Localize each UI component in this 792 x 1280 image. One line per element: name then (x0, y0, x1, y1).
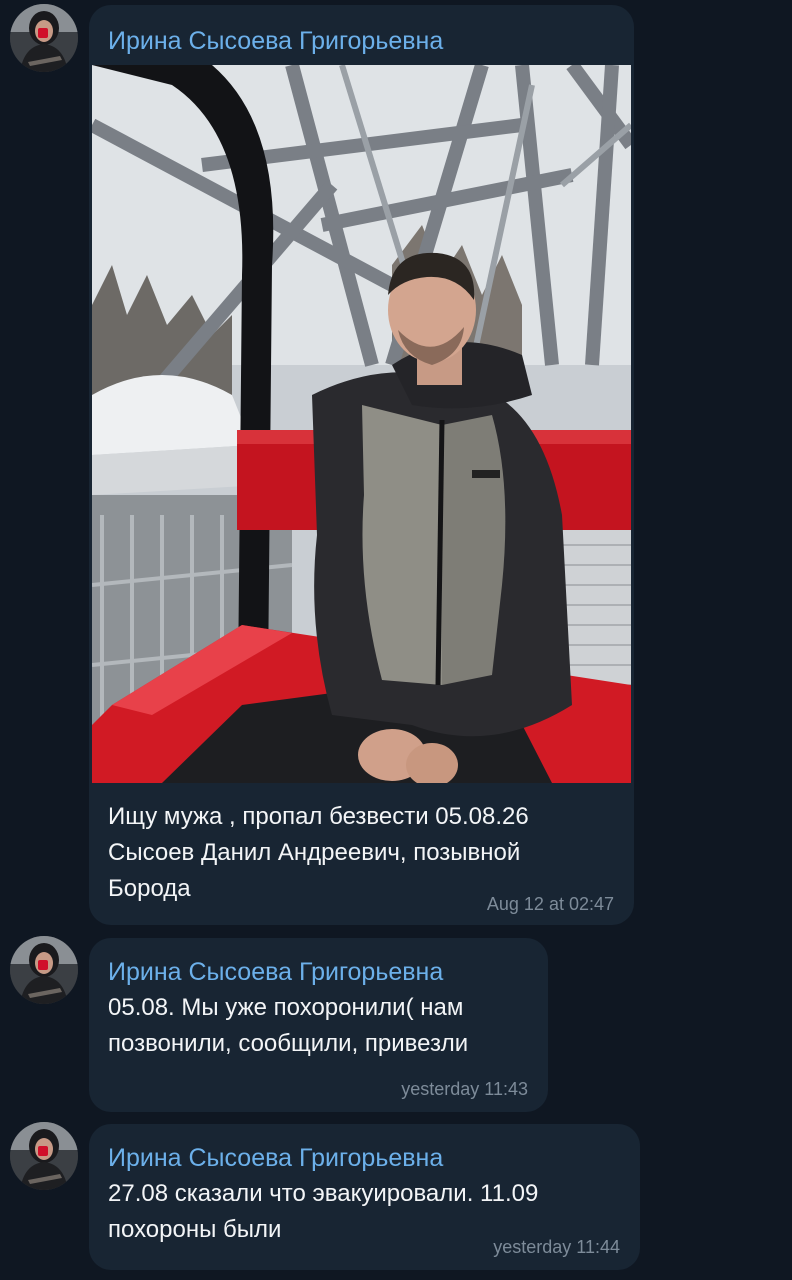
message-bubble[interactable]: Ирина Сысоева Григорьевна 05.08. Мы уже … (89, 938, 548, 1112)
sender-avatar[interactable] (10, 4, 78, 72)
message-timestamp: yesterday 11:44 (493, 1237, 620, 1257)
message-text: 05.08. Мы уже похоронили( нам позвонили,… (108, 994, 469, 1057)
sender-avatar[interactable] (10, 936, 78, 1004)
message-bubble[interactable]: Ирина Сысоева Григорьевна Ищу мужа , про… (89, 5, 634, 925)
message-timestamp: yesterday 11:43 (401, 1079, 528, 1099)
message-photo[interactable] (92, 65, 631, 783)
sender-avatar[interactable] (10, 1122, 78, 1190)
sender-name[interactable]: Ирина Сысоева Григорьевна (108, 957, 443, 987)
message-text: Ищу мужа , пропал безвести 05.08.26 Сысо… (108, 803, 529, 902)
sender-name[interactable]: Ирина Сысоева Григорьевна (108, 26, 443, 56)
sender-name[interactable]: Ирина Сысоева Григорьевна (108, 1143, 443, 1173)
message-text: 27.08 сказали что эвакуировали. 11.09 по… (108, 1180, 539, 1243)
message-timestamp: Aug 12 at 02:47 (486, 894, 614, 914)
chat-history[interactable]: Ирина Сысоева Григорьевна Ищу мужа , про… (0, 0, 792, 1280)
message-bubble[interactable]: Ирина Сысоева Григорьевна 27.08 сказали … (89, 1124, 640, 1270)
